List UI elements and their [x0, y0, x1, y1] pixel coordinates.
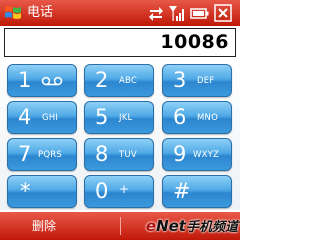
key-9[interactable]: 9 WXYZ	[162, 138, 232, 171]
key-star[interactable]: *	[7, 175, 77, 208]
dialed-number: 10086	[160, 31, 229, 53]
key-digit: 5	[95, 105, 109, 129]
key-0[interactable]: 0 +	[84, 175, 154, 208]
windows-start-icon[interactable]	[4, 4, 22, 22]
watermark-e: e	[145, 217, 157, 235]
key-digit: 6	[173, 105, 187, 129]
key-digit: *	[20, 179, 31, 203]
voicemail-icon	[41, 76, 63, 86]
key-digit: 1	[18, 68, 32, 92]
dialed-number-field[interactable]: 10086	[4, 28, 236, 57]
key-letters: MNO	[197, 113, 218, 123]
dial-keypad: 1 2 ABC 3 DEF 4 GHI 5 JKL 6 MNO 7 PQRS 8…	[0, 58, 240, 210]
key-digit: #	[173, 179, 191, 203]
key-digit: 7	[18, 142, 32, 166]
key-digit: 3	[173, 68, 187, 92]
key-digit: 0	[95, 179, 109, 203]
signal-strength-icon[interactable]	[168, 4, 186, 22]
key-hash[interactable]: #	[162, 175, 232, 208]
watermark-net: Net	[156, 217, 186, 235]
watermark-channel: 手机频道	[185, 220, 238, 235]
battery-icon[interactable]	[190, 4, 210, 22]
close-icon[interactable]	[214, 4, 232, 22]
soft-key-bar: 删除 eNet手机频道	[0, 212, 240, 240]
key-1[interactable]: 1	[7, 64, 77, 97]
enet-watermark-logo: eNet手机频道	[146, 215, 238, 239]
key-5[interactable]: 5 JKL	[84, 101, 154, 134]
key-digit: 8	[95, 142, 109, 166]
key-digit: 9	[173, 142, 187, 166]
key-letters: ABC	[119, 76, 138, 86]
delete-softkey[interactable]: 删除	[32, 219, 56, 233]
key-letters: JKL	[119, 113, 133, 123]
key-6[interactable]: 6 MNO	[162, 101, 232, 134]
key-3[interactable]: 3 DEF	[162, 64, 232, 97]
key-8[interactable]: 8 TUV	[84, 138, 154, 171]
key-letters: TUV	[119, 150, 137, 160]
key-2[interactable]: 2 ABC	[84, 64, 154, 97]
key-digit: 2	[95, 68, 109, 92]
key-letters: PQRS	[38, 150, 62, 160]
key-letters: DEF	[197, 76, 215, 86]
key-7[interactable]: 7 PQRS	[7, 138, 77, 171]
key-letters: GHI	[42, 113, 59, 123]
key-letters: +	[119, 182, 130, 196]
sync-arrows-icon[interactable]	[148, 4, 164, 22]
title-bar: 电话	[0, 0, 240, 26]
key-4[interactable]: 4 GHI	[7, 101, 77, 134]
app-title: 电话	[27, 5, 54, 20]
key-letters: WXYZ	[193, 150, 220, 160]
key-digit: 4	[18, 105, 32, 129]
softkey-divider	[120, 217, 121, 235]
